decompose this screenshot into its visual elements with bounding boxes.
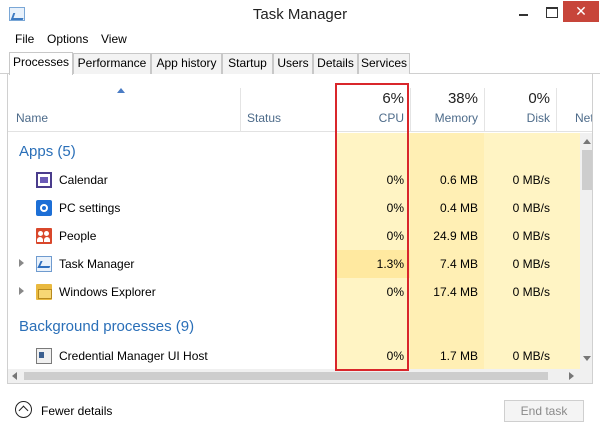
disk-value: 0 MB/s — [512, 349, 550, 363]
process-name: Windows Explorer — [59, 285, 156, 299]
tab-processes[interactable]: Processes — [9, 52, 73, 75]
menu-options[interactable]: Options — [47, 32, 88, 46]
process-name: PC settings — [59, 201, 121, 215]
task-manager-icon — [36, 256, 52, 272]
memory-value: 7.4 MB — [439, 257, 478, 271]
menu-view[interactable]: View — [101, 32, 127, 46]
process-name: Task Manager — [59, 257, 135, 271]
column-memory-label: Memory — [434, 111, 478, 125]
group-background-processes[interactable]: Background processes (9) — [19, 318, 194, 335]
close-button[interactable]: ✕ — [563, 1, 599, 22]
expand-chevron-icon[interactable] — [19, 287, 24, 295]
folder-icon — [36, 284, 52, 300]
memory-value: 0.4 MB — [439, 201, 478, 215]
chevron-up-icon[interactable] — [15, 401, 32, 418]
process-name: People — [59, 229, 97, 243]
disk-total: 0% — [528, 90, 550, 107]
tab-users[interactable]: Users — [273, 53, 313, 74]
end-task-button[interactable]: End task — [504, 400, 584, 422]
column-status-label: Status — [247, 111, 282, 125]
expand-chevron-icon[interactable] — [19, 259, 24, 267]
table-row[interactable]: Task Manager 1.3% 7.4 MB 0 MB/s — [8, 250, 580, 278]
people-icon — [36, 228, 52, 244]
menu-bar: File Options View — [0, 30, 600, 49]
column-status[interactable]: Status — [240, 74, 336, 132]
scroll-right-icon[interactable] — [569, 372, 574, 380]
footer: Fewer details End task — [0, 390, 600, 442]
scroll-up-icon[interactable] — [583, 139, 591, 144]
title-bar: Task Manager ✕ — [0, 0, 600, 30]
calendar-icon — [36, 172, 52, 188]
disk-value: 0 MB/s — [512, 201, 550, 215]
table-row[interactable]: PC settings 0% 0.4 MB 0 MB/s — [8, 194, 580, 222]
table-row[interactable]: Credential Manager UI Host 0% 1.7 MB 0 M… — [8, 342, 580, 369]
menu-file[interactable]: File — [15, 32, 34, 46]
minimize-button[interactable] — [510, 1, 537, 22]
table-row[interactable]: Windows Explorer 0% 17.4 MB 0 MB/s — [8, 278, 580, 306]
disk-value: 0 MB/s — [512, 257, 550, 271]
process-name: Calendar — [59, 173, 108, 187]
column-memory[interactable]: 38% Memory — [410, 74, 484, 132]
memory-value: 1.7 MB — [439, 349, 478, 363]
column-name[interactable]: Name — [8, 74, 240, 132]
column-name-label: Name — [16, 111, 49, 125]
memory-value: 17.4 MB — [433, 285, 478, 299]
table-row[interactable]: Calendar 0% 0.6 MB 0 MB/s — [8, 166, 580, 194]
tab-startup[interactable]: Startup — [222, 53, 273, 74]
tab-app-history[interactable]: App history — [151, 53, 222, 74]
vertical-scrollbar[interactable] — [580, 133, 592, 369]
table-row[interactable]: People 0% 24.9 MB 0 MB/s — [8, 222, 580, 250]
tab-performance[interactable]: Performance — [73, 53, 151, 74]
tab-bar: Processes Performance App history Startu… — [0, 52, 600, 75]
disk-value: 0 MB/s — [512, 173, 550, 187]
settings-icon — [36, 200, 52, 216]
scroll-corner — [580, 369, 592, 383]
process-list: Apps (5) Calendar 0% 0.6 MB 0 MB/s PC se… — [8, 133, 580, 369]
scroll-thumb[interactable] — [582, 150, 592, 190]
column-disk[interactable]: 0% Disk — [484, 74, 556, 132]
column-disk-label: Disk — [526, 111, 550, 125]
disk-value: 0 MB/s — [512, 229, 550, 243]
column-header: Name Status 6% CPU 38% Memory 0% Disk Ne… — [8, 74, 593, 132]
cpu-column-highlight — [335, 83, 409, 371]
memory-value: 24.9 MB — [433, 229, 478, 243]
group-apps[interactable]: Apps (5) — [19, 143, 76, 160]
tab-services[interactable]: Services — [358, 53, 410, 74]
scroll-down-icon[interactable] — [583, 356, 591, 361]
processes-panel: Name Status 6% CPU 38% Memory 0% Disk Ne… — [7, 74, 593, 384]
column-network-label: Net — [575, 111, 593, 125]
credential-icon — [36, 348, 52, 364]
tab-details[interactable]: Details — [313, 53, 358, 74]
column-network[interactable]: Net — [556, 74, 593, 132]
fewer-details-link[interactable]: Fewer details — [41, 404, 112, 418]
maximize-button[interactable] — [538, 1, 565, 22]
disk-value: 0 MB/s — [512, 285, 550, 299]
memory-total: 38% — [447, 90, 478, 107]
process-name: Credential Manager UI Host — [59, 349, 208, 363]
scroll-thumb[interactable] — [24, 372, 548, 380]
scroll-left-icon[interactable] — [12, 372, 17, 380]
horizontal-scrollbar[interactable] — [8, 369, 580, 383]
memory-value: 0.6 MB — [439, 173, 478, 187]
